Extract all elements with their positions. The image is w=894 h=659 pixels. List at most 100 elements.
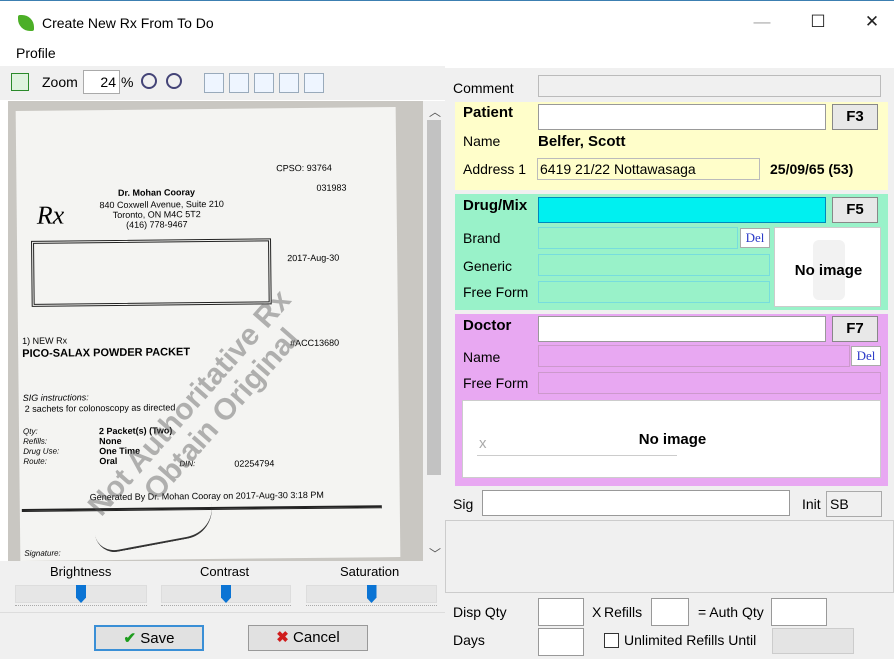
doctor-f7-button[interactable]: F7 — [832, 316, 878, 342]
zoom-in-icon[interactable] — [166, 73, 182, 89]
rotate-right-icon[interactable] — [279, 73, 299, 93]
scroll-up-icon[interactable]: ︿ — [429, 103, 441, 120]
brightness-ticks — [15, 605, 147, 609]
zoom-input[interactable]: 24 — [83, 70, 120, 94]
doc-refills-value: None — [99, 435, 122, 447]
doc-signature-label: Signature: — [24, 548, 61, 558]
drug-search-input[interactable] — [538, 197, 826, 223]
save-button[interactable]: ✔ Save — [94, 625, 204, 651]
page-view-icon[interactable] — [204, 73, 224, 93]
drug-freeform-label: Free Form — [463, 284, 529, 300]
x-icon: ✖ — [276, 629, 289, 646]
zoom-label: Zoom — [42, 74, 78, 90]
sig-input[interactable] — [482, 490, 790, 516]
checkmark-icon: ✔ — [123, 630, 137, 647]
patient-dob: 25/09/65 (53) — [770, 161, 854, 177]
doctor-signature-image: x No image — [462, 400, 881, 478]
doc-sig-label: SIG instructions: — [22, 392, 89, 403]
patient-f3-button[interactable]: F3 — [832, 104, 878, 130]
sig-label: Sig — [453, 496, 474, 512]
days-label: Days — [453, 632, 485, 648]
contrast-label: Contrast — [200, 564, 250, 579]
drug-del-button[interactable]: Del — [740, 228, 770, 248]
doctor-name-field[interactable] — [538, 345, 850, 367]
drug-f5-button[interactable]: F5 — [832, 197, 878, 223]
doctor-no-image: No image — [638, 431, 707, 448]
patient-address-label: Address 1 — [463, 161, 527, 177]
window-title: Create New Rx From To Do — [42, 15, 214, 31]
disp-qty-label: Disp Qty — [453, 604, 507, 620]
init-field[interactable]: SB — [826, 491, 882, 517]
doc-doctor-name: Dr. Mohan Cooray — [117, 187, 196, 198]
zoom-out-icon[interactable] — [141, 73, 157, 89]
comment-field[interactable] — [538, 75, 881, 97]
doc-cpso: CPSO: 93764 — [276, 162, 332, 174]
drug-no-image: No image — [794, 262, 863, 279]
minimize-button[interactable]: — — [742, 12, 782, 32]
doc-route-label: Route: — [23, 456, 47, 466]
drug-header: Drug/Mix — [463, 197, 528, 214]
signature-line — [477, 455, 677, 456]
notes-area[interactable] — [445, 520, 894, 593]
drug-image: No image — [774, 227, 881, 307]
doctor-del-button[interactable]: Del — [851, 346, 881, 366]
refills-input[interactable] — [651, 598, 689, 626]
zoom-unit: % — [121, 74, 134, 90]
doc-druguse-label: Drug Use: — [23, 446, 60, 456]
unlimited-refills-date[interactable] — [772, 628, 854, 654]
doc-code: 031983 — [316, 182, 347, 193]
rx-image-viewer[interactable]: CPSO: 93764 031983 Rx Dr. Mohan Cooray 8… — [8, 101, 423, 561]
doc-rx-symbol: Rx — [36, 200, 65, 230]
disp-qty-input[interactable] — [538, 598, 584, 626]
contrast-ticks — [161, 605, 291, 609]
drug-freeform-field[interactable] — [538, 281, 770, 303]
doc-refills-label: Refills: — [23, 436, 48, 446]
doctor-name-label: Name — [463, 349, 501, 365]
fit-window-icon[interactable] — [11, 73, 29, 91]
doc-phone: (416) 778-9467 — [126, 219, 188, 230]
maximize-button[interactable]: ☐ — [798, 12, 838, 32]
days-input[interactable] — [538, 628, 584, 656]
doc-date: 2017-Aug-30 — [287, 252, 340, 264]
drug-brand-field[interactable] — [538, 227, 738, 249]
refills-x: X — [592, 604, 602, 620]
menu-profile[interactable]: Profile — [16, 45, 56, 61]
patient-name-label: Name — [463, 133, 501, 149]
doc-drug: PICO-SALAX POWDER PACKET — [22, 346, 191, 360]
unlimited-refills-label: Unlimited Refills Until — [624, 632, 757, 648]
patient-name-value: Belfer, Scott — [538, 133, 626, 150]
auth-qty-label: = Auth Qty — [698, 604, 764, 620]
brightness-label: Brightness — [50, 564, 112, 579]
flip-icon[interactable] — [304, 73, 324, 93]
cancel-button[interactable]: ✖ Cancel — [248, 625, 368, 651]
patient-header: Patient — [463, 104, 514, 121]
button-bar — [0, 612, 445, 659]
auth-qty-input[interactable] — [771, 598, 827, 626]
doctor-header: Doctor — [463, 317, 512, 334]
doc-new-rx: 1) NEW Rx — [22, 335, 68, 346]
window-border — [0, 0, 894, 1]
comment-label: Comment — [453, 80, 514, 96]
close-button[interactable]: ✕ — [852, 12, 892, 32]
doc-qty-label: Qty: — [22, 426, 38, 436]
doctor-freeform-label: Free Form — [463, 375, 529, 391]
drug-generic-label: Generic — [463, 258, 513, 274]
saturation-label: Saturation — [340, 564, 400, 579]
drug-brand-label: Brand — [463, 230, 501, 246]
patient-address-value: 6419 21/22 Nottawasaga — [537, 158, 760, 180]
scroll-down-icon[interactable]: ﹀ — [429, 545, 441, 562]
rotate-left-icon[interactable] — [254, 73, 274, 93]
doctor-freeform-field[interactable] — [538, 372, 881, 394]
page-width-icon[interactable] — [229, 73, 249, 93]
drug-generic-field[interactable] — [538, 254, 770, 276]
doc-sig-text: 2 sachets for colonoscopy as directed — [24, 402, 176, 414]
doc-box — [31, 238, 272, 307]
doctor-search-input[interactable] — [538, 316, 826, 342]
saturation-ticks — [306, 605, 437, 609]
patient-search-input[interactable] — [538, 104, 826, 130]
rx-document-image: CPSO: 93764 031983 Rx Dr. Mohan Cooray 8… — [15, 107, 401, 561]
refills-label: Refills — [604, 604, 643, 620]
doc-din-value: 02254794 — [234, 458, 275, 469]
unlimited-refills-checkbox[interactable] — [604, 633, 619, 648]
scroll-thumb[interactable] — [427, 120, 441, 475]
